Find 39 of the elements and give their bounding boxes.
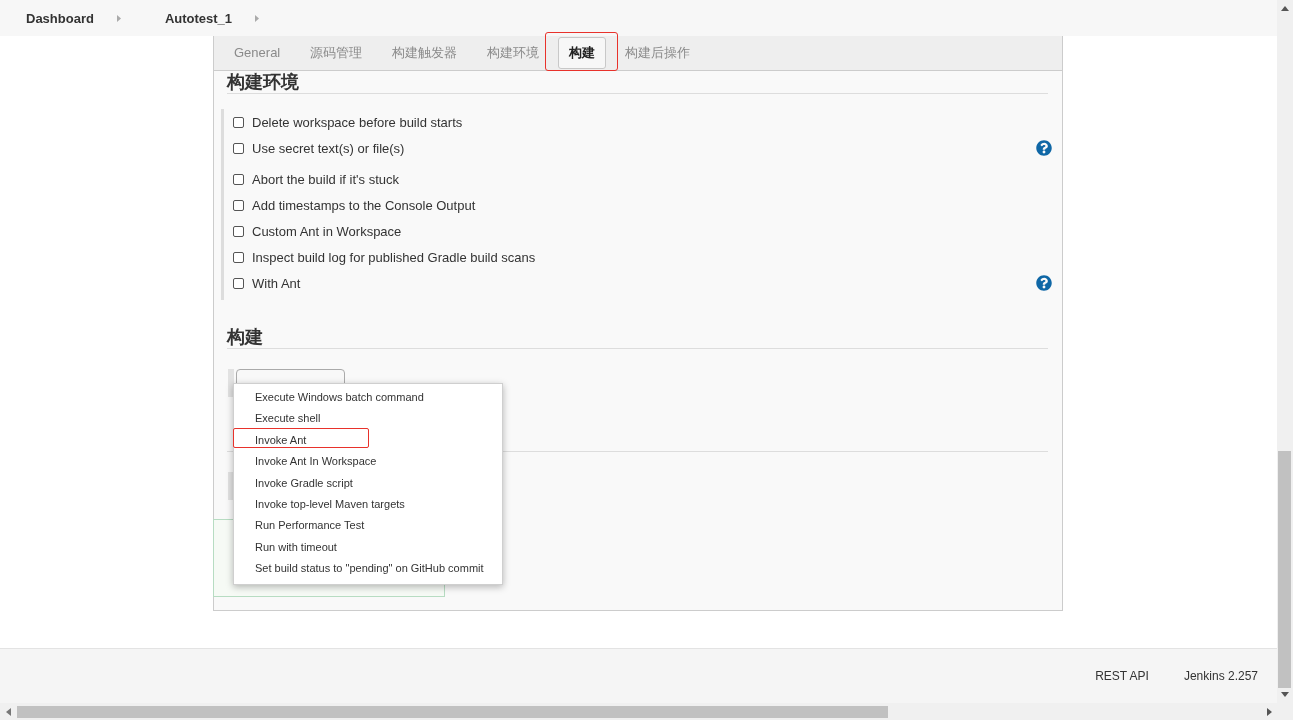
footer-link[interactable]: REST API: [1095, 669, 1149, 683]
checkbox[interactable]: [233, 199, 244, 211]
checkbox[interactable]: [233, 251, 244, 263]
menu-item[interactable]: Execute shell: [234, 408, 502, 430]
checkbox-label[interactable]: Add timestamps to the Console Output: [252, 197, 476, 213]
breadcrumb-link[interactable]: Dashboard: [26, 10, 94, 26]
checkbox-label[interactable]: Use secret text(s) or file(s): [252, 140, 405, 156]
menu-item[interactable]: Set build status to "pending" on GitHub commit: [234, 558, 502, 580]
menu-item[interactable]: Run Performance Test: [234, 515, 502, 537]
checkbox-label[interactable]: Custom Ant in Workspace: [252, 223, 402, 239]
help-icon[interactable]: [1036, 275, 1052, 291]
menu-item[interactable]: Run with timeout: [234, 536, 502, 559]
footer-link[interactable]: Jenkins 2.257: [1183, 669, 1258, 683]
section-heading: 构建环境: [227, 72, 299, 92]
checkbox-label[interactable]: Abort the build if it's stuck: [252, 171, 399, 187]
breadcrumb-link[interactable]: Autotest_1: [164, 10, 233, 26]
scroll-right-arrow-icon[interactable]: [1267, 707, 1272, 716]
caret-right-icon: [116, 14, 121, 22]
checkbox[interactable]: [233, 277, 244, 289]
scrollbar-thumb[interactable]: [1278, 451, 1291, 688]
caret-right-icon: [255, 14, 260, 22]
checkbox-label[interactable]: Inspect build log for published Gradle build scans: [252, 249, 536, 265]
checkbox-label[interactable]: With Ant: [252, 275, 301, 291]
section-heading: 构建: [227, 327, 263, 347]
checkbox[interactable]: [233, 116, 244, 128]
scroll-left-arrow-icon[interactable]: [6, 707, 11, 716]
menu-item[interactable]: Invoke Gradle script: [234, 472, 502, 494]
menu-item[interactable]: Execute Windows batch command: [234, 387, 502, 409]
menu-item[interactable]: Invoke top-level Maven targets: [234, 493, 502, 516]
checkbox[interactable]: [233, 225, 244, 237]
menu-item[interactable]: Invoke Ant In Workspace: [234, 451, 502, 473]
checkbox[interactable]: [233, 173, 244, 185]
scrollbar-thumb[interactable]: [17, 705, 888, 718]
checkbox-label[interactable]: Delete workspace before build starts: [252, 114, 463, 130]
checkbox[interactable]: [233, 142, 244, 154]
scroll-up-arrow-icon[interactable]: [1281, 6, 1289, 11]
menu-item[interactable]: Invoke Ant: [234, 429, 502, 452]
scroll-down-arrow-icon[interactable]: [1281, 692, 1289, 697]
help-icon[interactable]: [1036, 140, 1052, 156]
